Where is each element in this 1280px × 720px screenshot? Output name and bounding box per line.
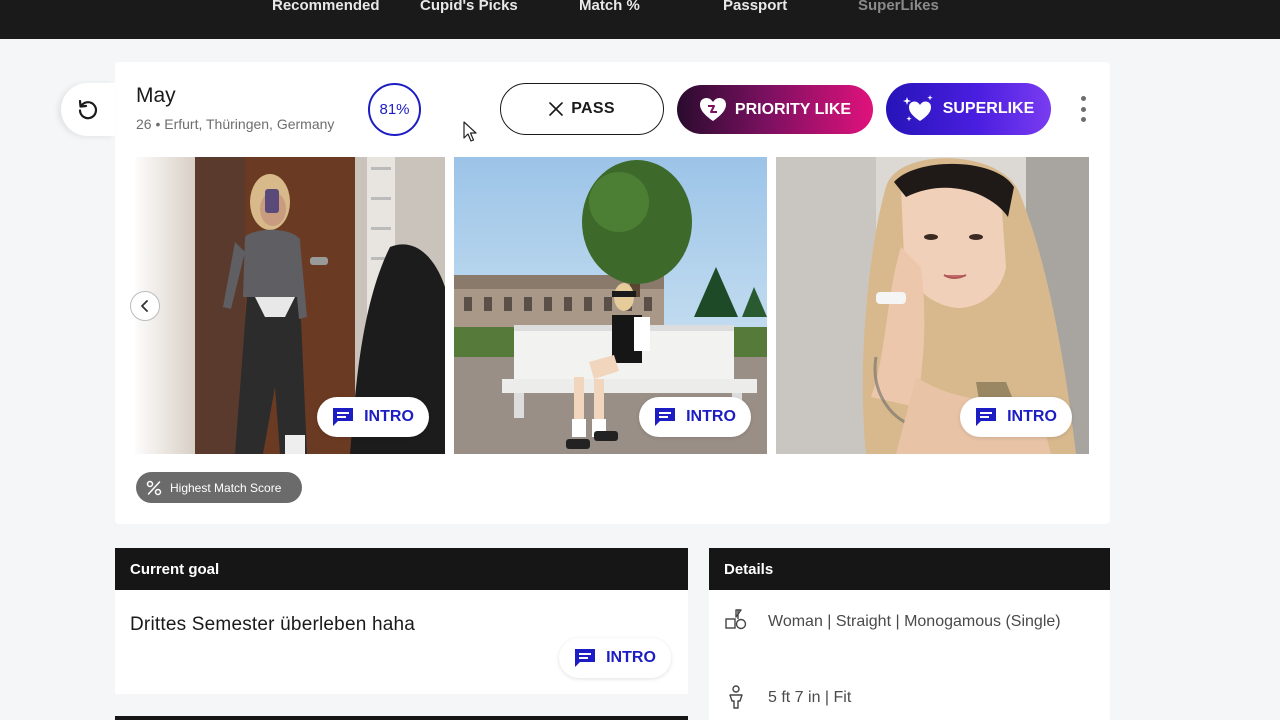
superlike-button[interactable]: SUPERLIKE: [886, 83, 1051, 135]
superlike-label: SUPERLIKE: [942, 100, 1035, 117]
tab-superlikes[interactable]: SuperLikes: [858, 0, 939, 14]
tab-recommended[interactable]: Recommended: [272, 0, 380, 14]
gender-icon: [725, 609, 747, 630]
priority-like-label: PRIORITY LIKE: [734, 100, 852, 118]
highest-match-label: Highest Match Score: [170, 480, 282, 495]
details-section: Details Woman | Straight | Monogamous (S…: [709, 548, 1110, 720]
tab-passport[interactable]: Passport: [723, 0, 787, 14]
match-percent-badge: 81%: [368, 83, 421, 136]
detail-row-body: 5 ft 7 in | Fit: [724, 685, 1068, 711]
tab-cupids-picks[interactable]: Cupid's Picks: [420, 0, 518, 14]
priority-like-button[interactable]: PRIORITY LIKE: [677, 85, 873, 134]
photo-2-intro-button[interactable]: INTRO: [639, 397, 751, 437]
undo-icon: [78, 99, 98, 119]
detail-identity-text: Woman | Straight | Monogamous (Single): [768, 613, 1061, 630]
photo-1-intro-button[interactable]: INTRO: [317, 397, 429, 437]
message-icon: [976, 408, 997, 426]
goal-intro-button[interactable]: INTRO: [559, 638, 671, 678]
more-options-icon[interactable]: [1076, 96, 1090, 122]
top-nav: Recommended Cupid's Picks Match % Passpo…: [0, 0, 1280, 39]
previous-photo-button[interactable]: [130, 291, 160, 321]
mouse-cursor-icon: [463, 121, 477, 142]
highest-match-badge: Highest Match Score: [136, 472, 302, 503]
details-header: Details: [709, 548, 1110, 590]
percent-icon: [146, 480, 162, 495]
heart-icon: [699, 97, 726, 121]
chevron-left-icon: [141, 300, 148, 312]
intro-label: INTRO: [606, 649, 656, 666]
message-icon: [575, 649, 596, 667]
detail-body-text: 5 ft 7 in | Fit: [768, 689, 852, 706]
pass-label: PASS: [571, 100, 615, 117]
intro-label: INTRO: [686, 408, 736, 425]
current-goal-text: Drittes Semester überleben haha: [130, 614, 416, 635]
superlike-heart-icon: [902, 95, 933, 122]
intro-label: INTRO: [1007, 408, 1057, 425]
next-section-header: [115, 716, 688, 720]
message-icon: [655, 408, 676, 426]
body-icon: [729, 685, 743, 709]
profile-name: May: [136, 84, 176, 107]
tab-match-percent[interactable]: Match %: [579, 0, 640, 14]
intro-label: INTRO: [364, 408, 414, 425]
pass-button[interactable]: PASS: [500, 83, 664, 135]
current-goal-header: Current goal: [115, 548, 688, 590]
detail-row-identity: Woman | Straight | Monogamous (Single): [724, 609, 1068, 635]
profile-age-location: 26 • Erfurt, Thüringen, Germany: [136, 116, 335, 132]
close-icon: [549, 102, 564, 116]
photo-3-intro-button[interactable]: INTRO: [960, 397, 1072, 437]
undo-button[interactable]: [61, 83, 115, 136]
message-icon: [333, 408, 354, 426]
